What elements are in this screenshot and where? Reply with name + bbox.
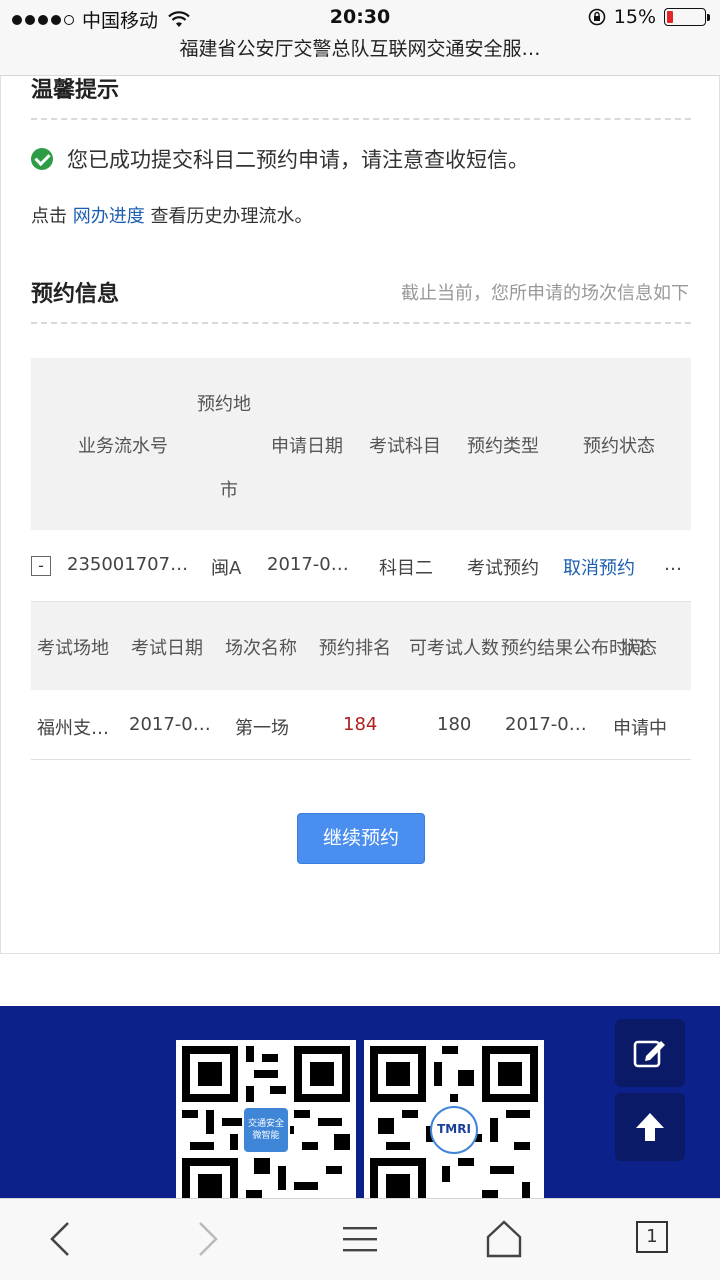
exam-date: 2017-0… [129, 714, 211, 735]
booking-heading: 预约信息 [31, 282, 120, 307]
back-arrow-icon[interactable] [40, 1219, 80, 1259]
status-bar: 中国移动 20:30 15% [0, 0, 720, 36]
collapse-icon[interactable]: - [31, 556, 51, 576]
session-table-header: 考试场地 考试日期 场次名称 预约排名 可考试人数 预约结果公布时间 状态 [31, 602, 691, 690]
qr-logo-traffic: 交通安全 微智能 [242, 1106, 290, 1154]
city-code: 闽A [211, 558, 242, 579]
table-row: - 235001707… 闽A 2017-0… 科目二 考试预约 取消预约 … [31, 530, 691, 602]
divider [31, 322, 691, 324]
tab-count-button[interactable]: 1 [636, 1221, 668, 1253]
footer: 交通安全 微智能 TMRI [0, 1006, 720, 1198]
header-subject: 考试科目 [369, 436, 441, 457]
home-icon[interactable] [484, 1219, 524, 1259]
header-rank: 预约排名 [319, 638, 391, 659]
booking-table-header: 业务流水号 预约地 市 申请日期 考试科目 预约类型 预约状态 [31, 358, 691, 530]
header-date: 申请日期 [271, 436, 343, 457]
progress-hint: 点击 网办进度 查看历史办理流水。 [31, 202, 312, 228]
header-location: 预约地 [197, 394, 251, 415]
check-circle-icon [31, 148, 53, 170]
apply-date: 2017-0… [267, 554, 349, 575]
battery-percent: 15% [613, 6, 656, 28]
battery-icon [664, 8, 710, 26]
progress-suffix: 查看历史办理流水。 [150, 206, 313, 227]
back-to-top-button[interactable] [615, 1093, 685, 1161]
arrow-up-icon [636, 1113, 664, 1141]
capacity: 180 [437, 714, 472, 735]
cancel-booking-link[interactable]: 取消预约 [563, 554, 635, 580]
booking-note: 截止当前，您所申请的场次信息如下 [401, 283, 689, 304]
header-session: 场次名称 [225, 638, 297, 659]
more-indicator: … [664, 554, 682, 575]
header-serial: 业务流水号 [78, 436, 168, 457]
publish-time: 2017-0… [505, 714, 587, 735]
header-session-status: 状态 [621, 638, 657, 659]
tip-heading: 温馨提示 [31, 78, 120, 103]
orientation-lock-icon [588, 8, 606, 26]
page-title: 福建省公安厅交警总队互联网交通安全服… [179, 38, 541, 60]
browser-toolbar: 1 [0, 1198, 720, 1280]
content-panel: 温馨提示 您已成功提交科目二预约申请，请注意查收短信。 点击 网办进度 查看历史… [0, 76, 720, 954]
header-exam-date: 考试日期 [131, 638, 203, 659]
header-location-city: 市 [220, 480, 238, 501]
page-title-bar[interactable]: 福建省公安厅交警总队互联网交通安全服… [0, 36, 720, 76]
serial-number: 235001707… [67, 554, 189, 575]
table-row: 福州支… 2017-0… 第一场 184 180 2017-0… 申请中 [31, 690, 691, 760]
divider [31, 118, 691, 120]
header-venue: 考试场地 [37, 638, 109, 659]
progress-link[interactable]: 网办进度 [73, 206, 145, 227]
exam-venue: 福州支… [37, 718, 109, 739]
header-type: 预约类型 [467, 436, 539, 457]
progress-prefix: 点击 [31, 206, 67, 227]
session-status: 申请中 [613, 718, 667, 739]
menu-icon[interactable] [340, 1219, 380, 1259]
header-capacity: 可考试人数 [409, 638, 499, 659]
booking-type: 考试预约 [467, 558, 539, 579]
qr-logo-tmri: TMRI [430, 1106, 478, 1154]
session-name: 第一场 [235, 718, 289, 739]
booking-rank: 184 [343, 714, 378, 735]
success-text: 您已成功提交科目二预约申请，请注意查收短信。 [67, 148, 529, 172]
qr-code-wechat: 交通安全 微智能 [176, 1040, 356, 1198]
forward-arrow-icon[interactable] [188, 1219, 228, 1259]
header-status: 预约状态 [583, 436, 655, 457]
feedback-button[interactable] [615, 1019, 685, 1087]
qr-code-app: TMRI [364, 1040, 544, 1198]
exam-subject: 科目二 [379, 558, 433, 579]
success-message: 您已成功提交科目二预约申请，请注意查收短信。 [31, 144, 529, 174]
edit-icon [633, 1040, 665, 1068]
continue-booking-button[interactable]: 继续预约 [297, 813, 425, 864]
